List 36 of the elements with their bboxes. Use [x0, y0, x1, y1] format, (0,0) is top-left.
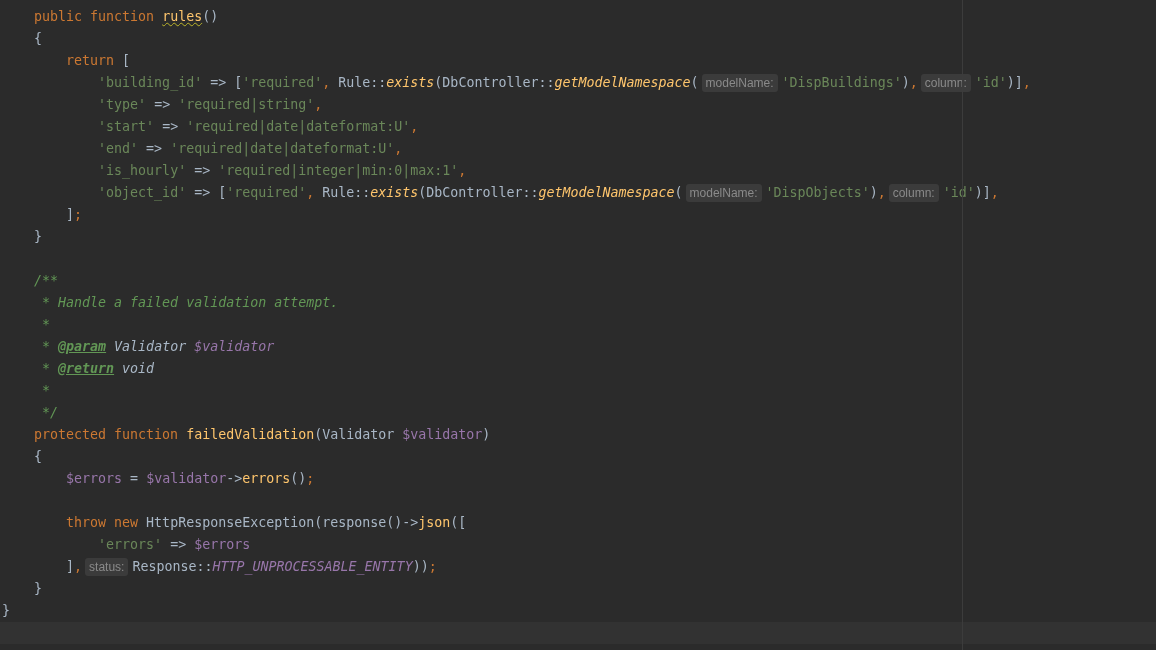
code-line: 'DispObjects'), — [765, 184, 886, 202]
code-line: { — [34, 30, 43, 48]
code-line: 'DispBuildings'), — [781, 74, 918, 92]
code-line: protected function failedValidation(Validator $validator) — [34, 426, 491, 444]
code-line: 'type' => 'required|string', — [98, 96, 323, 115]
code-line: * @return void — [42, 360, 155, 378]
parameter-hint: modelName: — [685, 184, 762, 202]
code-line: */ — [42, 404, 59, 422]
code-line: ], — [66, 558, 83, 576]
code-line: 'object_id' => ['required', Rule::exists(DbController::getModelNamespace( — [98, 184, 683, 203]
code-line: $errors = $validator->errors(); — [66, 470, 315, 488]
code-line: } — [34, 580, 43, 598]
code-line: throw new HttpResponseException(response()->json([ — [66, 514, 467, 532]
code-line: ]; — [66, 206, 83, 224]
code-line: 'id')], — [942, 184, 999, 202]
code-line: } — [2, 602, 10, 620]
code-line: 'id')], — [974, 74, 1031, 92]
parameter-hint: status: — [85, 558, 129, 576]
code-line: return [ — [66, 52, 131, 70]
code-line: 'building_id' => ['required', Rule::exists(DbController::getModelNamespace( — [98, 74, 699, 93]
code-line: 'start' => 'required|date|dateformat:U', — [98, 118, 419, 137]
parameter-hint: modelName: — [701, 74, 778, 92]
code-editor[interactable] — [0, 0, 1156, 650]
code-line: 'errors' => $errors — [98, 536, 251, 554]
code-line: * Handle a failed validation attempt. — [42, 294, 339, 312]
code-line: * — [42, 382, 51, 400]
code-line: 'is_hourly' => 'required|integer|min:0|max:1', — [98, 162, 467, 181]
code-line: Response::HTTP_UNPROCESSABLE_ENTITY)); — [132, 558, 437, 577]
parameter-hint: column: — [888, 184, 939, 202]
code-line: /** — [34, 272, 59, 290]
code-line: } — [34, 228, 43, 246]
code-line: { — [34, 448, 43, 466]
code-line: * — [42, 316, 51, 334]
code-line: public function rules() — [34, 8, 219, 26]
code-line: * @param Validator $validator — [42, 338, 275, 356]
code-line: 'end' => 'required|date|dateformat:U', — [98, 140, 403, 159]
